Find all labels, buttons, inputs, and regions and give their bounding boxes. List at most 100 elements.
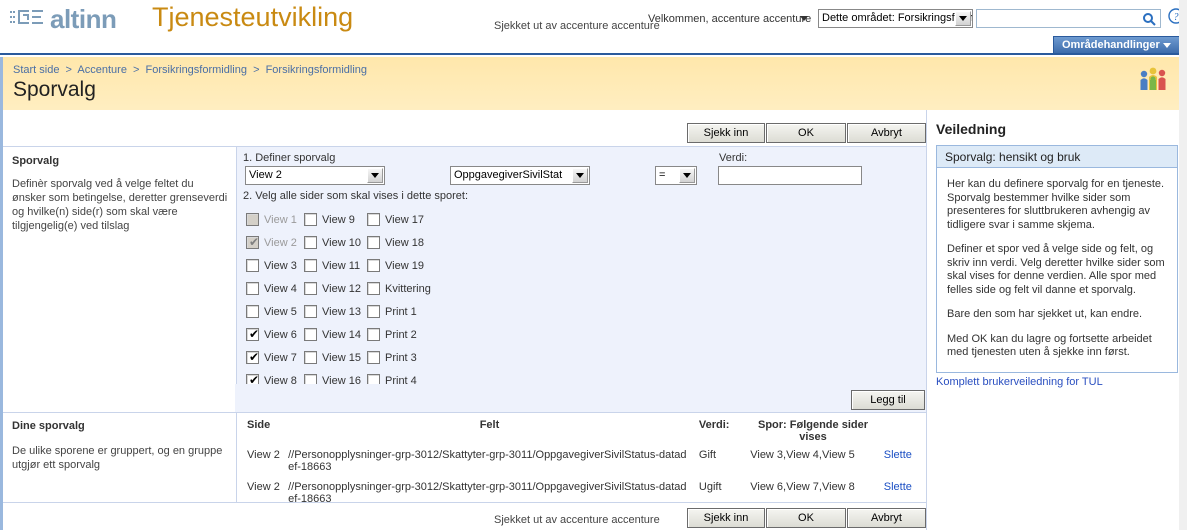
felt-select-value: OppgavegiverSivilStat <box>454 169 563 181</box>
side-select-value: View 2 <box>249 169 282 181</box>
breadcrumb-item-1[interactable]: Accenture <box>77 64 127 76</box>
checkbox-print-1[interactable] <box>367 305 380 318</box>
checkbox-label: Print 2 <box>385 328 417 341</box>
checkbox-view-5[interactable] <box>246 305 259 318</box>
checkbox-view-12[interactable] <box>304 282 317 295</box>
checkbox-label: View 17 <box>385 213 424 226</box>
area-scope-select[interactable]: Dette området: Forsikringsformi <box>818 9 973 28</box>
guide-box: Sporvalg: hensikt og bruk Her kan du def… <box>936 145 1178 373</box>
guide-body: Her kan du definere sporvalg for en tjen… <box>937 168 1177 360</box>
checkbox-label: Kvittering <box>385 282 431 295</box>
check-icon: ✔ <box>249 235 260 249</box>
column-header-verdi: Verdi: <box>698 419 730 431</box>
checkbox-view-11[interactable] <box>304 259 317 272</box>
checkbox-label: View 14 <box>322 328 361 341</box>
checkbox-view-10[interactable] <box>304 236 317 249</box>
checkbox-view-14[interactable] <box>304 328 317 341</box>
results-info-panel: Dine sporvalg De ulike sporene er gruppe… <box>3 413 237 503</box>
breadcrumb-item-3[interactable]: Forsikringsformidling <box>266 64 367 76</box>
chevron-down-icon[interactable] <box>955 11 971 26</box>
svg-text:?: ? <box>1174 12 1179 23</box>
breadcrumb-item-0[interactable]: Start side <box>13 64 59 76</box>
checkbox-print-2[interactable] <box>367 328 380 341</box>
checkbox-label: View 1 <box>264 213 297 226</box>
area-scope-value: Dette området: Forsikringsformi <box>822 12 973 24</box>
verdi-label: Verdi: <box>719 152 748 164</box>
checkbox-label: View 5 <box>264 305 297 318</box>
delete-link[interactable]: Slette <box>884 449 912 461</box>
search-icon[interactable] <box>1142 12 1156 29</box>
checkbox-label: View 18 <box>385 236 424 249</box>
check-in-button-top[interactable]: Sjekk inn <box>687 123 765 143</box>
results-section: Dine sporvalg De ulike sporene er gruppe… <box>3 412 926 505</box>
page-checkbox-row: ✔ View 2 <box>246 231 297 254</box>
add-button[interactable]: Legg til <box>851 390 925 410</box>
results-heading: Dine sporvalg <box>12 420 85 432</box>
ok-button-bottom[interactable]: OK <box>766 508 846 528</box>
guide-title: Veiledning <box>936 121 1007 137</box>
checkbox-view-4[interactable] <box>246 282 259 295</box>
breadcrumb: Start side > Accenture > Forsikringsform… <box>13 64 367 76</box>
column-header-side: Side <box>247 419 271 431</box>
welcome-user-label[interactable]: Velkommen, accenture accenture <box>648 13 811 25</box>
search-box[interactable] <box>976 9 1161 28</box>
breadcrumb-separator: > <box>65 64 72 76</box>
felt-select[interactable]: OppgavegiverSivilStat <box>450 166 590 185</box>
checkbox-view-6[interactable]: ✔ <box>246 328 259 341</box>
operator-select[interactable]: = <box>655 166 697 185</box>
checkbox-view-15[interactable] <box>304 351 317 364</box>
column-header-action <box>880 417 926 445</box>
page-scrollbar[interactable] <box>1179 0 1187 530</box>
delete-link[interactable]: Slette <box>884 481 912 493</box>
checkbox-view-18[interactable] <box>367 236 380 249</box>
page-checkbox-row: View 9 <box>304 208 361 231</box>
checkbox-view-17[interactable] <box>367 213 380 226</box>
checkbox-view-7[interactable]: ✔ <box>246 351 259 364</box>
checkbox-label: View 3 <box>264 259 297 272</box>
page-checkbox-row: Print 1 <box>367 300 431 323</box>
app-title: Tjenesteutvikling <box>152 2 354 32</box>
checkbox-label: Print 1 <box>385 305 417 318</box>
check-in-button-bottom[interactable]: Sjekk inn <box>687 508 765 528</box>
guide-box-title: Sporvalg: hensikt og bruk <box>937 146 1177 168</box>
checkbox-view-19[interactable] <box>367 259 380 272</box>
chevron-down-icon[interactable] <box>679 168 695 183</box>
checkbox-view-13[interactable] <box>304 305 317 318</box>
cell-side: View 2 <box>247 449 280 461</box>
verdi-input[interactable] <box>718 166 862 185</box>
breadcrumb-item-2[interactable]: Forsikringsformidling <box>146 64 247 76</box>
guide-paragraph-2: Bare den som har sjekket ut, kan endre. <box>947 308 1143 320</box>
page-checkbox-row: Print 2 <box>367 323 431 346</box>
check-icon: ✔ <box>249 350 260 364</box>
ok-button-top[interactable]: OK <box>766 123 846 143</box>
guide-paragraph-1: Definer et spor ved å velge side og felt… <box>947 243 1165 296</box>
cancel-button-top[interactable]: Avbryt <box>847 123 926 143</box>
checkbox-view-9[interactable] <box>304 213 317 226</box>
area-actions-button[interactable]: Områdehandlinger <box>1053 36 1181 53</box>
altinn-logo[interactable]: altinn <box>10 6 117 32</box>
cell-verdi: Gift <box>698 449 717 461</box>
side-select[interactable]: View 2 <box>245 166 385 185</box>
table-header-row: Side Felt Verdi: Spor: Følgende sider vi… <box>243 417 926 445</box>
chevron-down-icon[interactable] <box>572 168 588 183</box>
chevron-down-icon[interactable] <box>367 168 383 183</box>
step2-label: 2. Velg alle sider som skal vises i dett… <box>243 190 468 202</box>
page-banner: Start side > Accenture > Forsikringsform… <box>0 57 1187 110</box>
guide-link[interactable]: Komplett brukerveiledning for TUL <box>936 376 1103 388</box>
chevron-down-icon[interactable] <box>800 16 808 21</box>
altinn-logo-icon <box>10 8 44 31</box>
checkbox-kvittering[interactable] <box>367 282 380 295</box>
page-checkbox-row: View 13 <box>304 300 361 323</box>
page-title: Sporvalg <box>13 78 96 101</box>
checkbox-print-3[interactable] <box>367 351 380 364</box>
cancel-button-bottom[interactable]: Avbryt <box>847 508 926 528</box>
people-icon[interactable] <box>1138 66 1172 95</box>
page-checkbox-row: View 4 <box>246 277 297 300</box>
checkbox-label: View 2 <box>264 236 297 249</box>
sporvalg-heading: Sporvalg <box>12 155 60 167</box>
search-input[interactable] <box>977 10 1137 27</box>
page-checkbox-row: View 19 <box>367 254 431 277</box>
page-checkbox-row: Print 3 <box>367 346 431 369</box>
checkbox-view-3[interactable] <box>246 259 259 272</box>
page-checkbox-row: View 5 <box>246 300 297 323</box>
